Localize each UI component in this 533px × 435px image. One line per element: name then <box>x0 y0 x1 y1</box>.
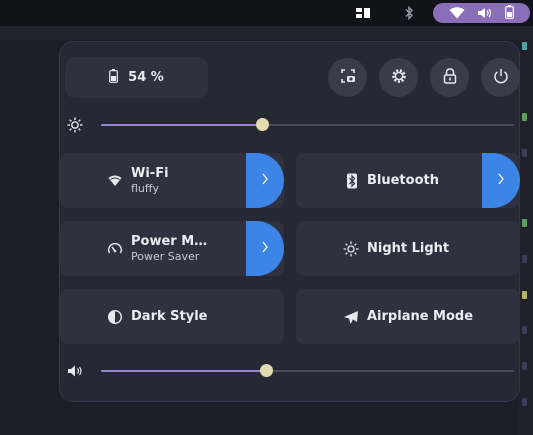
lock-button[interactable] <box>430 58 469 97</box>
power-icon <box>493 68 509 88</box>
tile-dark-style[interactable]: Dark Style <box>60 289 284 344</box>
chevron-right-icon <box>497 171 505 190</box>
bluetooth-menu-button[interactable] <box>482 153 520 208</box>
window-switcher-icon[interactable] <box>352 0 374 26</box>
wifi-menu-button[interactable] <box>246 153 284 208</box>
power-button[interactable] <box>481 58 520 97</box>
wifi-icon <box>107 173 123 189</box>
background-mark <box>522 219 527 227</box>
tile-subtitle: Power Saver <box>131 250 200 263</box>
screenshot-icon <box>340 68 356 88</box>
background-mark <box>522 42 527 50</box>
power-mode-menu-button[interactable] <box>246 221 284 276</box>
volume-slider-fill <box>101 370 267 372</box>
background-mark <box>522 113 527 121</box>
chevron-right-icon <box>261 171 269 190</box>
background-mark <box>522 326 527 334</box>
brightness-slider[interactable] <box>101 118 514 131</box>
airplane-icon <box>343 309 359 325</box>
power-mode-icon <box>107 241 123 257</box>
night-light-icon <box>343 241 359 257</box>
lock-icon <box>443 67 457 88</box>
background-mark <box>522 149 527 157</box>
background-mark <box>522 398 527 406</box>
tile-title: Wi-Fi <box>131 166 169 181</box>
battery-icon <box>109 68 119 87</box>
dark-style-icon <box>107 309 123 325</box>
tile-wifi[interactable]: Wi-Fi fluffy <box>60 153 284 208</box>
battery-icon <box>504 4 514 23</box>
tile-title: Night Light <box>367 241 450 256</box>
background-mark <box>522 255 527 263</box>
tile-subtitle: fluffy <box>131 182 159 195</box>
tile-night-light[interactable]: Night Light <box>296 221 520 276</box>
brightness-slider-fill <box>101 124 263 126</box>
bluetooth-icon[interactable] <box>400 0 418 26</box>
tile-airplane-mode[interactable]: Airplane Mode <box>296 289 520 344</box>
settings-gear-icon <box>391 68 407 88</box>
tile-title: Bluetooth <box>367 173 439 188</box>
tile-power-mode[interactable]: Power M… Power Saver <box>60 221 284 276</box>
volume-icon <box>477 4 492 23</box>
chevron-right-icon <box>261 239 269 258</box>
battery-label: 54 % <box>128 70 164 85</box>
settings-button[interactable] <box>379 58 418 97</box>
wifi-icon <box>449 4 465 23</box>
volume-icon <box>66 362 84 380</box>
tile-title: Dark Style <box>131 309 208 324</box>
top-bar <box>0 0 533 26</box>
battery-status[interactable]: 54 % <box>65 57 208 98</box>
tile-title: Airplane Mode <box>367 309 474 324</box>
bluetooth-icon <box>344 173 360 189</box>
screenshot-button[interactable] <box>328 58 367 97</box>
tile-bluetooth[interactable]: Bluetooth <box>296 153 520 208</box>
brightness-slider-handle[interactable] <box>256 118 270 131</box>
background-window-edge <box>519 40 533 435</box>
system-status-menu[interactable] <box>433 3 530 23</box>
background-window <box>0 26 533 40</box>
brightness-icon <box>66 116 84 134</box>
background-mark <box>522 291 527 299</box>
tile-title: Power M… <box>131 234 208 249</box>
volume-slider[interactable] <box>101 364 514 377</box>
background-mark <box>522 362 527 370</box>
